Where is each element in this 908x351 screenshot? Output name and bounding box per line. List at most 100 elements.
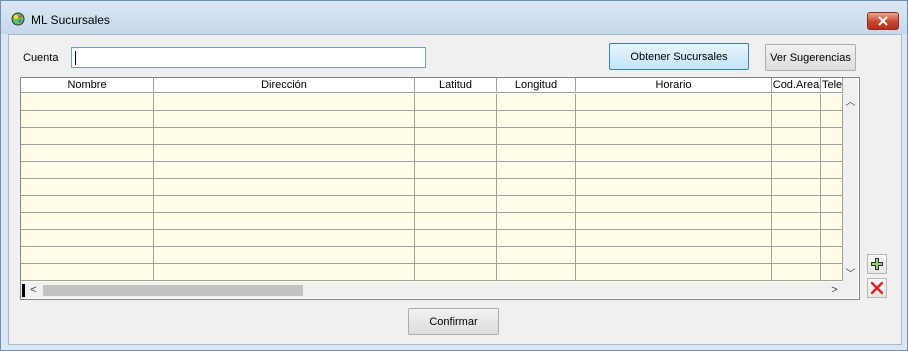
table-cell[interactable] — [497, 213, 576, 230]
table-cell[interactable] — [821, 179, 843, 196]
table-row[interactable] — [21, 145, 843, 162]
column-header-latitud[interactable]: Latitud — [415, 78, 497, 93]
table-cell[interactable] — [576, 128, 772, 145]
table-cell[interactable] — [21, 230, 154, 247]
sucursales-grid[interactable]: Nombre Dirección Latitud Longitud Horari… — [20, 77, 860, 300]
table-cell[interactable] — [154, 196, 415, 213]
table-cell[interactable] — [497, 145, 576, 162]
table-cell[interactable] — [772, 264, 821, 281]
table-cell[interactable] — [576, 111, 772, 128]
table-cell[interactable] — [821, 128, 843, 145]
table-row[interactable] — [21, 264, 843, 281]
table-cell[interactable] — [415, 196, 497, 213]
obtener-sucursales-button[interactable]: Obtener Sucursales — [609, 43, 749, 70]
table-cell[interactable] — [497, 196, 576, 213]
table-row[interactable] — [21, 196, 843, 213]
horizontal-scroll-thumb[interactable] — [43, 285, 303, 296]
table-cell[interactable] — [772, 230, 821, 247]
table-cell[interactable] — [21, 128, 154, 145]
table-cell[interactable] — [772, 196, 821, 213]
table-cell[interactable] — [576, 213, 772, 230]
table-cell[interactable] — [21, 179, 154, 196]
column-header-horario[interactable]: Horario — [576, 78, 772, 93]
table-cell[interactable] — [21, 264, 154, 281]
table-cell[interactable] — [415, 264, 497, 281]
table-cell[interactable] — [497, 179, 576, 196]
column-header-nombre[interactable]: Nombre — [21, 78, 154, 93]
table-cell[interactable] — [772, 128, 821, 145]
table-cell[interactable] — [21, 196, 154, 213]
horizontal-scrollbar[interactable]: < > — [21, 282, 843, 298]
table-cell[interactable] — [576, 162, 772, 179]
table-cell[interactable] — [415, 179, 497, 196]
table-cell[interactable] — [154, 179, 415, 196]
vertical-scrollbar[interactable]: ︿ ﹀ — [843, 78, 858, 282]
column-header-telefono[interactable]: Telef — [821, 78, 843, 93]
table-cell[interactable] — [415, 162, 497, 179]
table-cell[interactable] — [497, 111, 576, 128]
table-cell[interactable] — [772, 213, 821, 230]
table-cell[interactable] — [415, 213, 497, 230]
cuenta-input[interactable] — [71, 47, 426, 68]
column-header-longitud[interactable]: Longitud — [497, 78, 576, 93]
table-cell[interactable] — [576, 145, 772, 162]
close-button[interactable] — [867, 12, 899, 30]
table-cell[interactable] — [576, 247, 772, 264]
ver-sugerencias-button[interactable]: Ver Sugerencias — [765, 44, 856, 71]
table-cell[interactable] — [576, 94, 772, 111]
table-cell[interactable] — [154, 264, 415, 281]
table-cell[interactable] — [497, 230, 576, 247]
table-cell[interactable] — [21, 111, 154, 128]
scroll-right-arrow[interactable]: > — [827, 282, 842, 298]
table-cell[interactable] — [154, 111, 415, 128]
scroll-left-arrow[interactable]: < — [26, 282, 41, 298]
column-header-direccion[interactable]: Dirección — [154, 78, 415, 93]
table-cell[interactable] — [497, 264, 576, 281]
table-cell[interactable] — [154, 145, 415, 162]
table-row[interactable] — [21, 128, 843, 145]
table-cell[interactable] — [154, 230, 415, 247]
confirmar-button[interactable]: Confirmar — [408, 308, 499, 335]
table-cell[interactable] — [821, 230, 843, 247]
table-cell[interactable] — [21, 145, 154, 162]
table-cell[interactable] — [576, 179, 772, 196]
table-cell[interactable] — [821, 145, 843, 162]
table-cell[interactable] — [821, 247, 843, 264]
table-row[interactable] — [21, 179, 843, 196]
table-cell[interactable] — [154, 128, 415, 145]
delete-row-button[interactable] — [867, 278, 887, 298]
table-cell[interactable] — [497, 162, 576, 179]
table-cell[interactable] — [21, 162, 154, 179]
table-cell[interactable] — [415, 94, 497, 111]
table-row[interactable] — [21, 247, 843, 264]
table-cell[interactable] — [415, 247, 497, 264]
table-cell[interactable] — [772, 247, 821, 264]
table-cell[interactable] — [772, 111, 821, 128]
table-cell[interactable] — [821, 94, 843, 111]
table-cell[interactable] — [821, 213, 843, 230]
table-cell[interactable] — [576, 230, 772, 247]
table-cell[interactable] — [497, 247, 576, 264]
table-cell[interactable] — [576, 196, 772, 213]
table-cell[interactable] — [821, 111, 843, 128]
table-cell[interactable] — [821, 196, 843, 213]
table-row[interactable] — [21, 94, 843, 111]
table-row[interactable] — [21, 111, 843, 128]
table-cell[interactable] — [576, 264, 772, 281]
table-cell[interactable] — [154, 247, 415, 264]
table-cell[interactable] — [415, 145, 497, 162]
table-cell[interactable] — [154, 213, 415, 230]
table-cell[interactable] — [21, 94, 154, 111]
table-cell[interactable] — [415, 111, 497, 128]
table-cell[interactable] — [821, 162, 843, 179]
table-row[interactable] — [21, 213, 843, 230]
table-cell[interactable] — [154, 162, 415, 179]
table-cell[interactable] — [497, 128, 576, 145]
scroll-down-arrow[interactable]: ﹀ — [843, 267, 858, 282]
table-cell[interactable] — [21, 247, 154, 264]
scroll-up-arrow[interactable]: ︿ — [843, 95, 858, 110]
table-cell[interactable] — [772, 94, 821, 111]
table-cell[interactable] — [21, 213, 154, 230]
table-row[interactable] — [21, 162, 843, 179]
table-cell[interactable] — [821, 264, 843, 281]
